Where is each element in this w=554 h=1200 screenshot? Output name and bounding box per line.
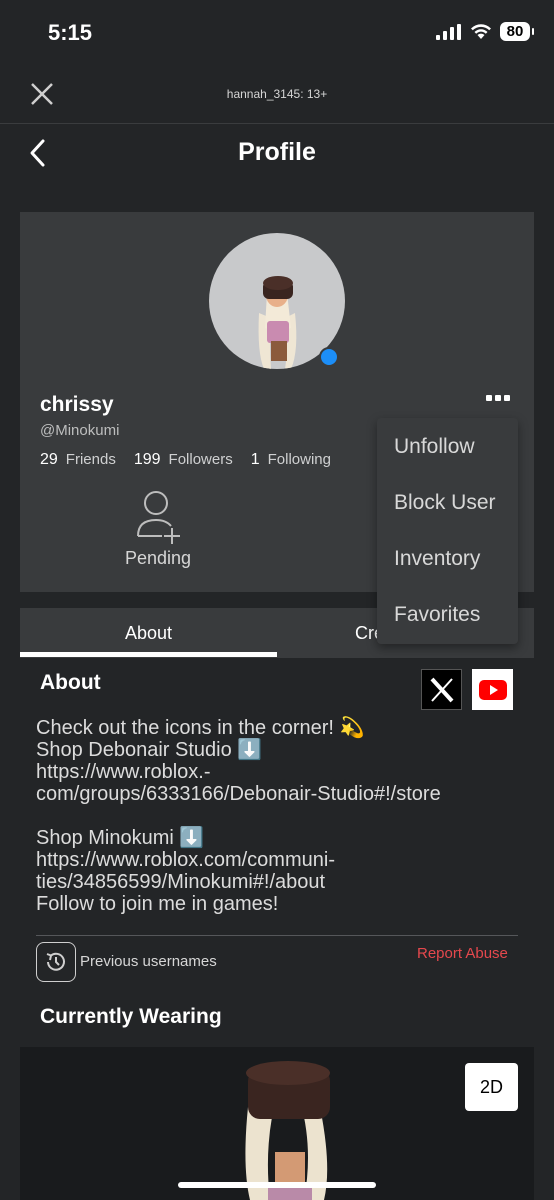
menu-item-favorites[interactable]: Favorites — [394, 603, 480, 627]
battery-indicator: 80 — [500, 22, 534, 41]
about-description: Check out the icons in the corner! 💫 Sho… — [36, 717, 441, 915]
history-icon — [46, 952, 65, 971]
status-icons: 80 — [436, 22, 534, 41]
more-dot — [495, 395, 501, 401]
x-logo-icon — [430, 677, 453, 702]
menu-item-unfollow[interactable]: Unfollow — [394, 435, 475, 459]
currently-wearing-heading: Currently Wearing — [40, 1005, 222, 1028]
pending-label: Pending — [124, 548, 192, 568]
avatar-3d-viewer[interactable] — [20, 1047, 534, 1200]
tab-active-indicator — [20, 652, 277, 657]
x-social-link[interactable] — [421, 669, 462, 710]
youtube-social-link[interactable] — [472, 669, 513, 710]
previous-usernames-label[interactable]: Previous usernames — [80, 953, 217, 970]
wifi-icon — [471, 23, 491, 39]
friends-label[interactable]: Friends — [66, 451, 116, 469]
account-label: hannah_3145: 13+ — [226, 87, 328, 101]
youtube-logo-icon — [478, 679, 507, 700]
about-divider — [36, 935, 518, 936]
status-time: 5:15 — [48, 20, 93, 45]
more-dot — [504, 395, 510, 401]
menu-item-block-user[interactable]: Block User — [394, 491, 496, 515]
profile-stats: 29 Friends 199 Followers 1 Following — [40, 451, 349, 469]
followers-label[interactable]: Followers — [169, 451, 233, 469]
menu-item-inventory[interactable]: Inventory — [394, 547, 480, 571]
signal-icon — [436, 23, 461, 40]
followers-count[interactable]: 199 — [134, 451, 161, 469]
following-count[interactable]: 1 — [251, 451, 260, 469]
tab-about[interactable]: About — [20, 608, 277, 658]
page-title: Profile — [238, 138, 316, 166]
more-options-button[interactable] — [486, 395, 510, 401]
friends-count[interactable]: 29 — [40, 451, 58, 469]
report-abuse-link[interactable]: Report Abuse — [417, 945, 508, 962]
display-name: chrissy — [40, 393, 114, 416]
following-label[interactable]: Following — [268, 451, 331, 469]
view-2d-toggle[interactable]: 2D — [465, 1063, 518, 1111]
header-divider — [0, 123, 554, 124]
username: @Minokumi — [40, 422, 120, 439]
about-heading: About — [40, 671, 101, 694]
more-dot — [486, 395, 492, 401]
online-status-dot — [319, 347, 339, 367]
avatar-3d-figure — [245, 1061, 330, 1200]
home-indicator — [178, 1182, 376, 1188]
profile-options-menu: Unfollow Block User Inventory Favorites — [377, 418, 518, 644]
add-friend-icon — [137, 491, 180, 544]
previous-usernames-button[interactable] — [36, 942, 76, 982]
